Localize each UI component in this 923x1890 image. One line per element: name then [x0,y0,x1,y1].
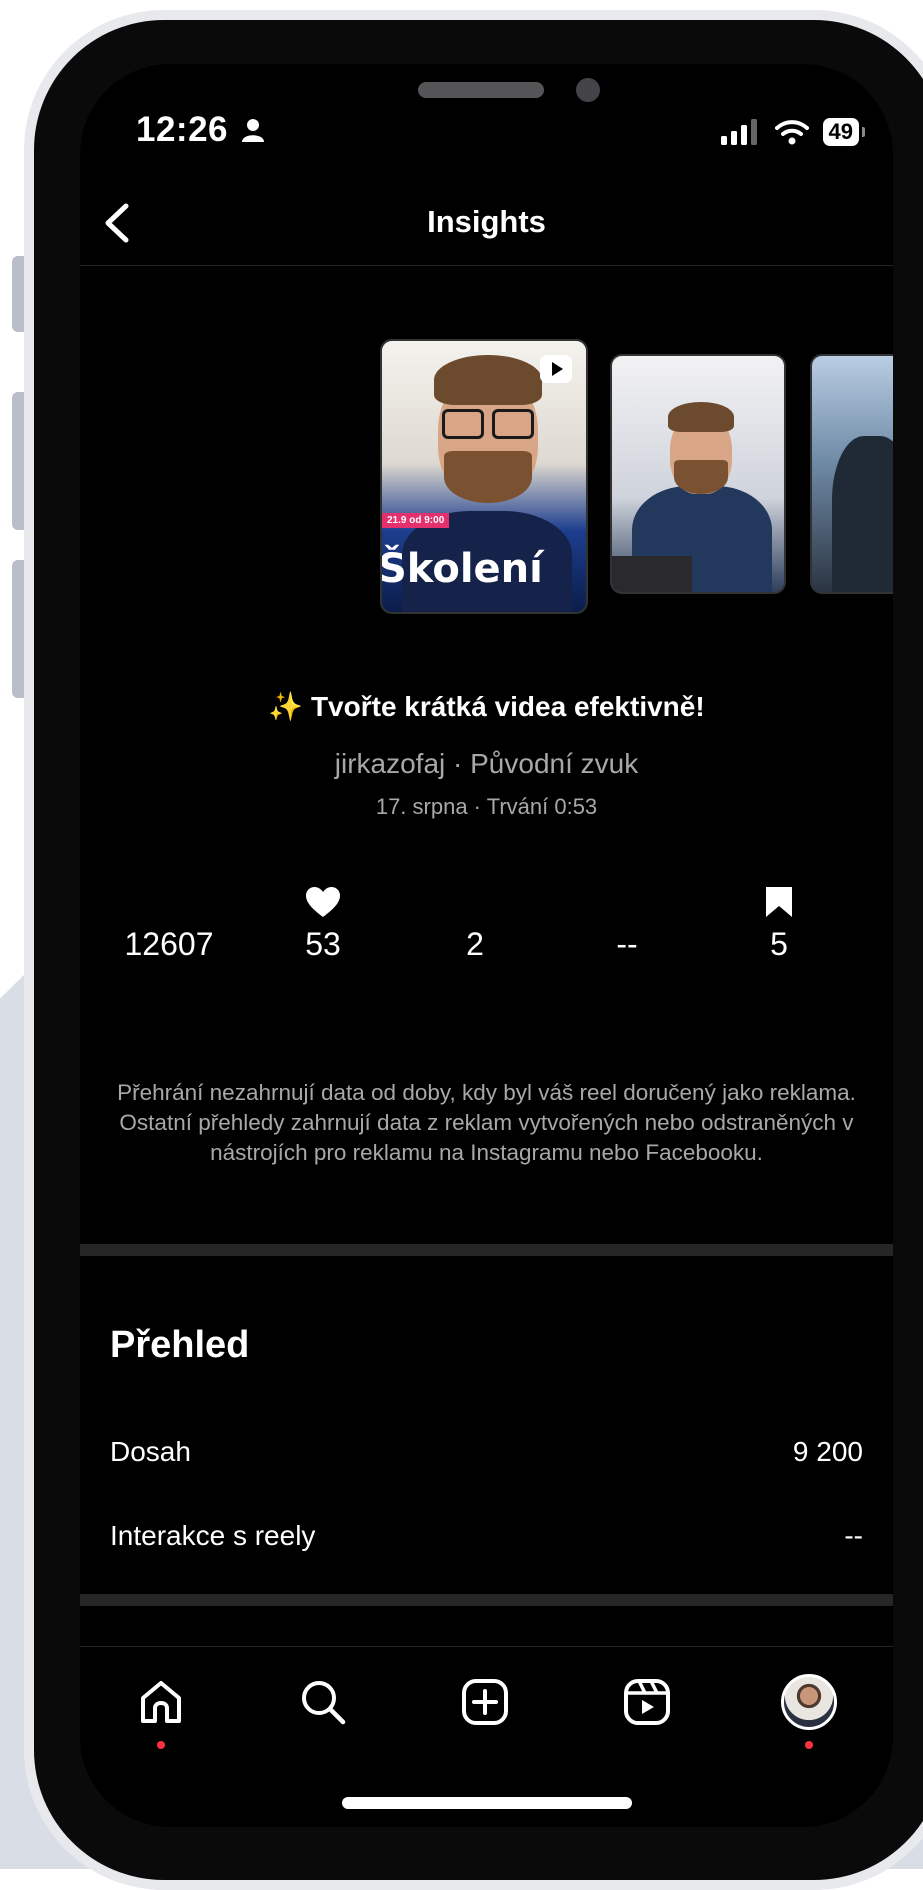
glasses-right [492,409,534,439]
overview-row-interactions[interactable]: Interakce s reely -- [110,1520,863,1552]
stat-plays: 12607 [94,884,244,963]
status-time: 12:26 [136,110,229,149]
bottom-tab-bar [80,1646,893,1756]
phone-screen: 12:26 49 Insights 21.9 od 9:00 Školení ✨… [80,64,893,1827]
home-indicator[interactable] [342,1797,632,1809]
stat-comments: 2 [400,884,550,963]
laptop [612,556,692,592]
reel-date-duration: 17. srpna · Trvání 0:53 [375,794,598,819]
front-camera [576,78,600,102]
status-indicators: 49 [720,118,866,146]
create-icon[interactable] [454,1671,516,1733]
section-divider [80,1594,893,1606]
stat-value: 5 [770,926,788,962]
top-navigation: Insights [80,184,893,266]
battery-indicator: 49 [822,118,866,146]
row-label: Dosah [110,1436,191,1467]
overview-title: Přehled [110,1324,250,1366]
thumbnail-title: Školení [380,546,543,592]
profile-avatar[interactable] [778,1671,840,1749]
page-title: Insights [427,204,546,239]
reel-caption: ✨ Tvořte krátká videa efektivně! [268,691,705,722]
engagement-stats: 12607 53 2 -- 5 [80,884,893,984]
avatar [781,1674,837,1730]
heart-icon [248,884,398,920]
search-icon[interactable] [292,1671,354,1733]
home-icon[interactable] [130,1671,192,1749]
stat-value: 2 [466,926,484,962]
row-value: -- [844,1520,863,1551]
person-icon [242,119,264,142]
cellular-signal-icon [720,119,757,145]
stat-value: 12607 [124,926,214,962]
comments-icon-placeholder [400,884,550,920]
section-divider [80,1244,893,1256]
person-beard [674,460,728,494]
thumbnail-figure [832,436,893,592]
stat-value: -- [616,926,638,962]
shares-icon-placeholder [552,884,702,920]
notch [258,64,718,130]
stat-value: 53 [305,926,341,962]
glasses-left [442,409,484,439]
stat-likes: 53 [248,884,398,963]
reel-play-icon [540,355,572,383]
insights-disclaimer: Přehrání nezahrnují data od doby, kdy by… [117,1080,856,1165]
thumbnail-date-tag: 21.9 od 9:00 [382,513,450,528]
reel-thumbnail-main[interactable]: 21.9 od 9:00 Školení [380,339,588,614]
person-beard [444,451,532,503]
notification-dot [805,1741,813,1749]
row-value: 9 200 [792,1436,863,1467]
overview-row-reach[interactable]: Dosah 9 200 [110,1436,863,1468]
speaker-grille [418,82,544,98]
plays-icon-placeholder [94,884,244,920]
stat-saves: 5 [704,884,854,963]
notification-dot [157,1741,165,1749]
reels-icon[interactable] [616,1671,678,1733]
reel-author-audio: jirkazofaj · Původní zvuk [334,748,639,779]
person-hair [434,355,542,405]
row-label: Interakce s reely [110,1520,316,1551]
person-hair [668,402,734,432]
reel-thumbnail-third[interactable] [810,354,893,594]
reel-thumbnail-second[interactable] [610,354,786,594]
reel-thumbnails: 21.9 od 9:00 Školení [80,314,893,614]
bookmark-icon [704,884,854,920]
stat-shares: -- [552,884,702,963]
wifi-icon [774,120,809,145]
